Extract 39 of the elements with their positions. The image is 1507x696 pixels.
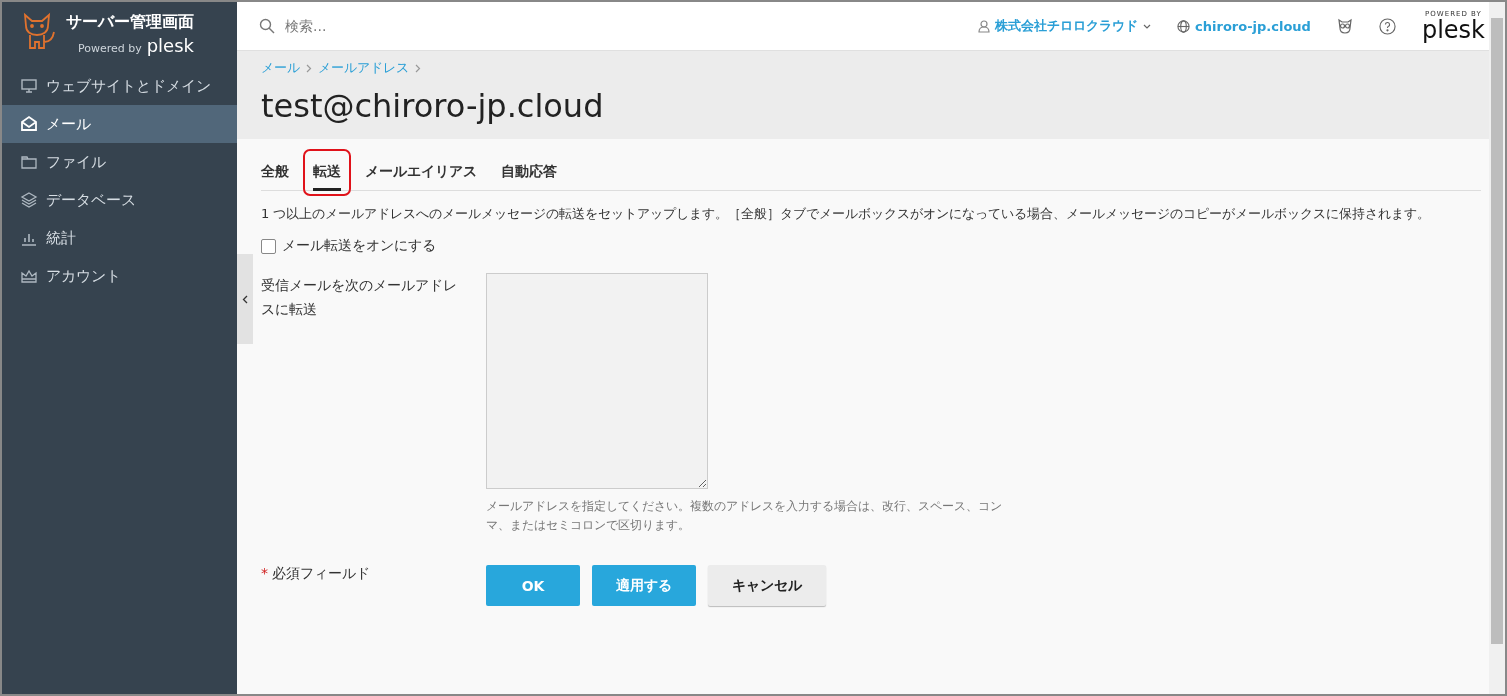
forwarding-checkbox[interactable]: メール転送をオンにする [261,237,1481,255]
folder-icon [20,153,38,171]
address-field[interactable] [486,273,708,489]
brand-logo: plesk [146,35,194,56]
sidebar-item[interactable]: ウェブサイトとドメイン [2,67,237,105]
cancel-button[interactable]: キャンセル [708,565,826,606]
caret-icon [1143,23,1152,29]
scrollbar[interactable] [1489,2,1505,694]
powered-by-text: Powered by [77,42,142,55]
collapse-handle[interactable] [237,254,253,344]
help-icon[interactable] [1378,17,1396,35]
tab[interactable]: 自動応答 [489,155,569,190]
field-label: 受信メールを次のメールアドレスに転送 [261,276,458,319]
tab[interactable]: 全般 [261,155,301,190]
search-field[interactable]: 検索... [283,17,487,35]
mail-icon [20,115,38,133]
chevron-icon [415,63,421,73]
tab[interactable]: 転送 [301,155,353,190]
tab[interactable]: メールエイリアス [353,155,489,190]
sidebar-item[interactable]: メール [2,105,237,143]
field-hint: メールアドレスを指定してください。複数のアドレスを入力する場合は、改行、スペース、コンマ、またはセミコロンで区切ります。 [486,498,1003,534]
layers-icon [20,191,38,209]
sidebar-item[interactable]: ファイル [2,143,237,181]
chevron-icon [306,63,312,73]
required-note: * 必須フィールド [261,565,371,583]
page-title: test@chiroro-jp.cloud [261,87,605,125]
sidebar-item[interactable]: アカウント [2,257,237,295]
monitor-icon [20,77,38,95]
app-title: サーバー管理画面 [66,12,194,33]
brand-logo: plesk [1421,17,1485,42]
sidebar-item[interactable]: データベース [2,181,237,219]
description-text: 1 つ以上のメールアドレスへのメールメッセージの転送をセットアップします。［全般］タブでメールボックスがオンになっている場合、メールメッセージのコピーがメールボックスに保持されます。 [261,205,1432,223]
chevron-icon [242,294,248,304]
globe-icon [1177,19,1191,33]
search-icon [259,18,275,34]
checkbox[interactable] [261,238,276,254]
user-icon [978,19,991,33]
sidebar-item[interactable]: 統計 [2,219,237,257]
owl-icon[interactable] [1336,18,1353,34]
